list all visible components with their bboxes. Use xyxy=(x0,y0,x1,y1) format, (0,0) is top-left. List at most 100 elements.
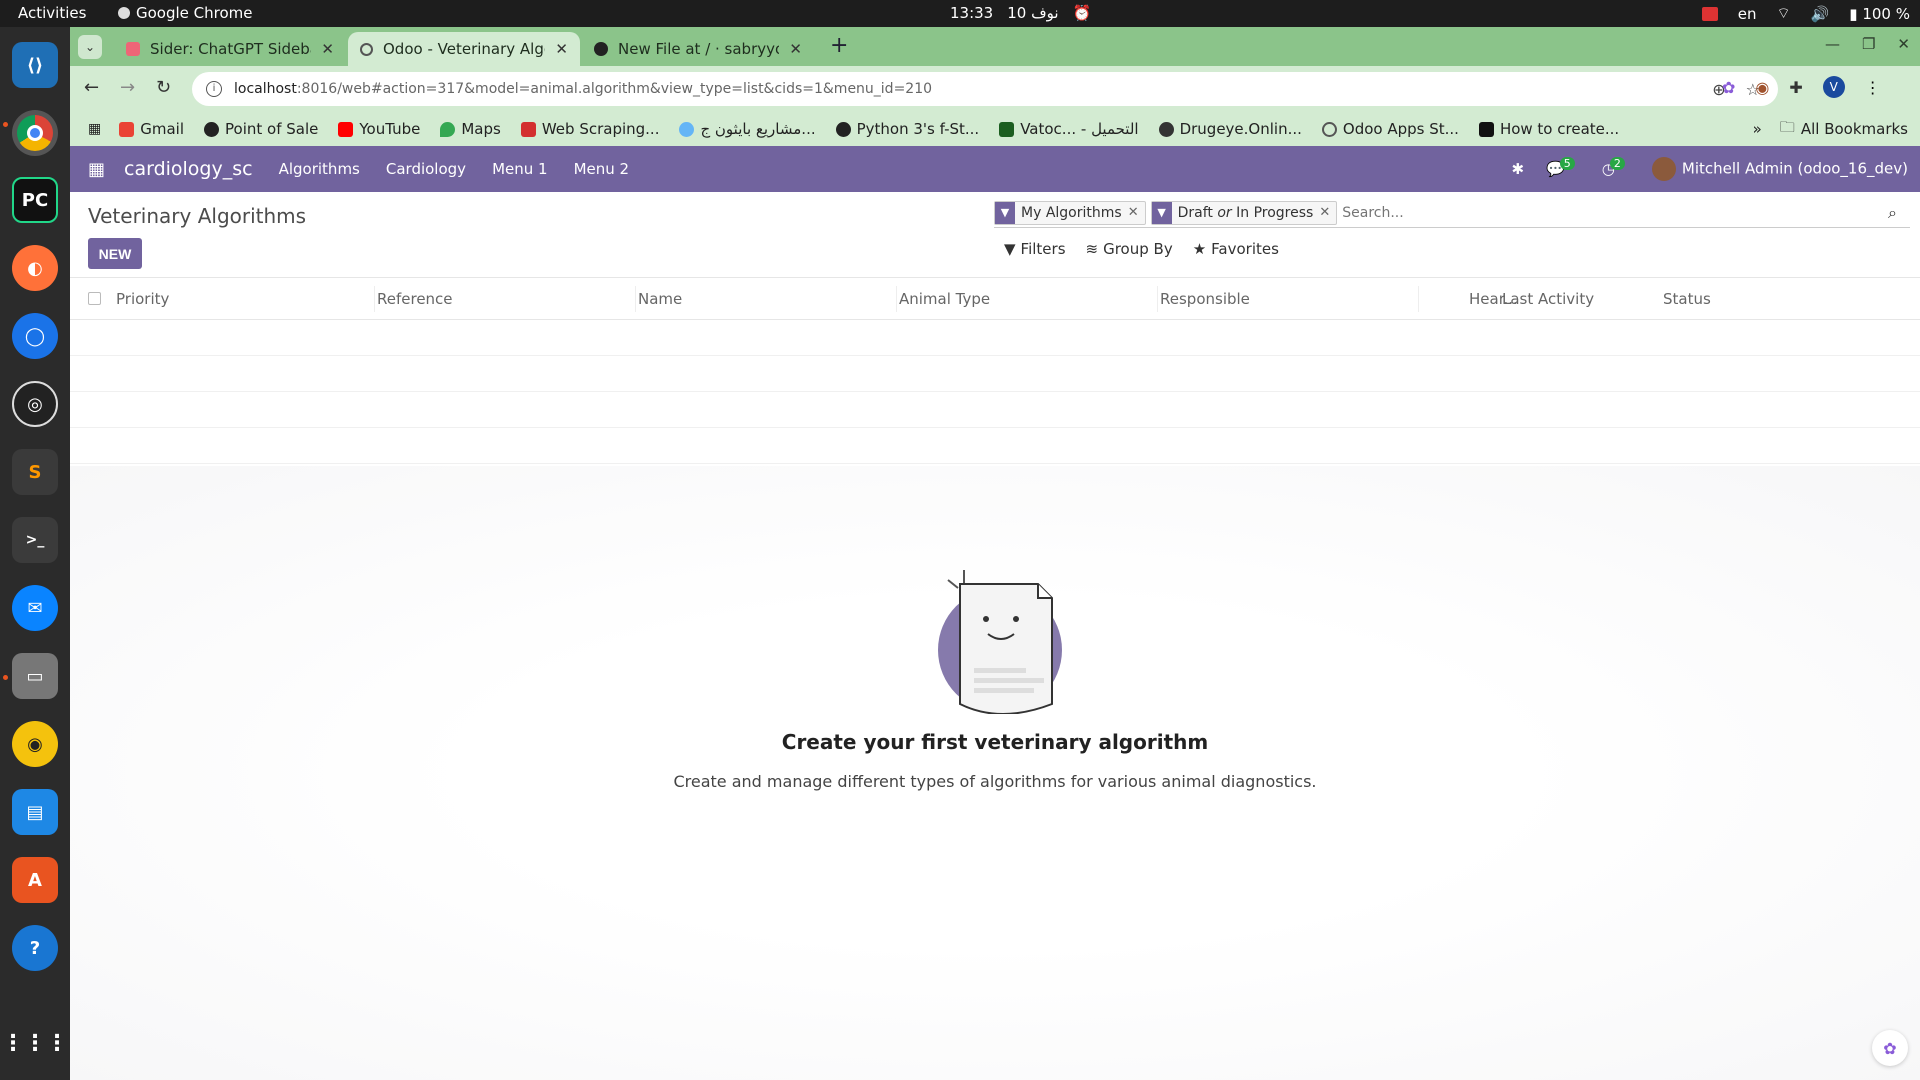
activities-button[interactable]: Activities xyxy=(18,4,86,22)
app-switcher-icon[interactable]: ▦ xyxy=(88,159,110,180)
help-icon[interactable]: ? xyxy=(12,925,58,971)
battery-status: ▮ 100 % xyxy=(1849,5,1910,23)
column-last-activity[interactable]: Last Activity xyxy=(1502,290,1594,308)
column-priority[interactable]: Priority xyxy=(116,290,169,308)
more-bookmarks-icon[interactable]: » xyxy=(1753,120,1762,138)
address-bar[interactable]: i localhost:8016/web#action=317&model=an… xyxy=(192,72,1778,106)
menu-algorithms[interactable]: Algorithms xyxy=(279,160,360,178)
bookmark-item[interactable]: Web Scraping... xyxy=(520,120,659,138)
bookmark-item[interactable]: مشاريع بايثون ج... xyxy=(679,120,816,138)
tab-sider[interactable]: Sider: ChatGPT Sidebar + ✕ xyxy=(114,32,346,66)
app-menu[interactable]: Google Chrome xyxy=(118,4,253,22)
battery-icon: ▮ xyxy=(1849,4,1858,23)
alarm-icon: ⏰ xyxy=(1072,4,1092,22)
rhythmbox-icon[interactable]: ◉ xyxy=(12,721,58,767)
app-brand[interactable]: cardiology_sc xyxy=(124,158,253,180)
tab-odoo[interactable]: Odoo - Veterinary Algorithms ✕ xyxy=(348,32,580,66)
control-panel: Veterinary Algorithms NEW ▼ My Algorithm… xyxy=(70,192,1920,278)
writer-icon[interactable]: ▤ xyxy=(12,789,58,835)
chrome-menu-icon[interactable]: ⋮ xyxy=(1865,78,1881,97)
column-reference[interactable]: Reference xyxy=(377,290,453,308)
search-input[interactable] xyxy=(1342,204,1888,221)
chromium-icon[interactable]: ◯ xyxy=(12,313,58,359)
close-tab-icon[interactable]: ✕ xyxy=(789,40,802,58)
new-button[interactable]: NEW xyxy=(88,238,142,269)
files-icon[interactable]: ▭ xyxy=(12,653,58,699)
clock[interactable]: 13:33 10 نوف ⏰ xyxy=(950,4,1091,22)
maximize-icon[interactable]: ❐ xyxy=(1862,35,1875,53)
column-status[interactable]: Status xyxy=(1663,290,1711,308)
menu-2[interactable]: Menu 2 xyxy=(574,160,630,178)
close-tab-icon[interactable]: ✕ xyxy=(555,40,568,58)
site-info-icon[interactable]: i xyxy=(206,81,222,97)
chrome-icon[interactable] xyxy=(12,110,58,156)
bookmark-item[interactable]: Vatoc... - التحميل xyxy=(999,120,1139,138)
app-name: Google Chrome xyxy=(136,4,253,22)
column-divider xyxy=(896,286,897,312)
system-tray[interactable]: en ⌔ 🔊 ▮ 100 % xyxy=(1701,4,1910,23)
language-indicator[interactable]: en xyxy=(1738,5,1757,23)
messaging-menu[interactable]: 💬5 xyxy=(1546,157,1580,178)
odoo-icon xyxy=(204,121,219,137)
search-icon[interactable]: ⌕ xyxy=(1888,203,1910,223)
extensions-puzzle-icon[interactable]: ✚ xyxy=(1789,78,1802,97)
bookmark-item[interactable]: Drugeye.Onlin... xyxy=(1158,120,1302,138)
forward-icon[interactable]: → xyxy=(120,77,135,98)
bookmark-item[interactable]: Gmail xyxy=(119,120,184,138)
new-tab-button[interactable]: + xyxy=(830,33,848,58)
vscode-icon[interactable]: ⟨⟩ xyxy=(12,42,58,88)
active-indicator xyxy=(3,122,8,127)
bookmark-label: Drugeye.Onlin... xyxy=(1179,120,1302,138)
monkey-extension-icon[interactable]: ◉ xyxy=(1755,78,1769,97)
select-all-checkbox[interactable] xyxy=(88,292,101,305)
minimize-icon[interactable]: — xyxy=(1825,35,1840,53)
bookmark-item[interactable]: Maps xyxy=(440,120,501,138)
sider-extension-icon[interactable]: ✿ xyxy=(1722,78,1735,97)
tab-github[interactable]: New File at / · sabryyousef ✕ xyxy=(582,32,814,66)
bookmark-item[interactable]: YouTube xyxy=(338,120,420,138)
bookmark-item[interactable]: Python 3's f-St... xyxy=(835,120,979,138)
bookmark-item[interactable]: Odoo Apps St... xyxy=(1321,120,1459,138)
software-center-icon[interactable]: A xyxy=(12,857,58,903)
facet-my-algorithms[interactable]: ▼ My Algorithms ✕ xyxy=(994,200,1146,225)
menu-cardiology[interactable]: Cardiology xyxy=(386,160,466,178)
activity-menu[interactable]: ◷2 xyxy=(1602,157,1630,178)
extensions-area: ✿ ◉ ✚ V ⋮ xyxy=(1722,76,1881,98)
bookmark-item[interactable]: How to create... xyxy=(1478,120,1619,138)
close-window-icon[interactable]: ✕ xyxy=(1897,35,1910,53)
empty-row xyxy=(70,428,1920,464)
terminal-icon[interactable]: >_ xyxy=(12,517,58,563)
sider-floating-icon[interactable]: ✿ xyxy=(1872,1030,1908,1066)
column-name[interactable]: Name xyxy=(638,290,682,308)
battery-level: 100 % xyxy=(1862,4,1910,23)
show-apps-icon[interactable]: ⋮⋮⋮ xyxy=(2,1020,68,1066)
url-host: localhost xyxy=(234,81,297,97)
all-bookmarks[interactable]: 🗀 All Bookmarks xyxy=(1780,117,1908,142)
reload-icon[interactable]: ↻ xyxy=(156,77,171,98)
debug-bug-icon[interactable]: ✱ xyxy=(1512,160,1525,178)
profile-avatar[interactable]: V xyxy=(1822,76,1845,98)
column-responsible[interactable]: Responsible xyxy=(1160,290,1250,308)
empty-state-text: Create and manage different types of alg… xyxy=(673,772,1317,791)
apps-grid-icon[interactable]: ▦ xyxy=(88,121,101,137)
back-icon[interactable]: ← xyxy=(84,77,99,98)
column-animal-type[interactable]: Animal Type xyxy=(899,290,990,308)
tab-search-button[interactable]: ⌄ xyxy=(78,35,102,59)
thunderbird-icon[interactable]: ✉ xyxy=(12,585,58,631)
bookmark-item[interactable]: Point of Sale xyxy=(204,120,318,138)
filters-button[interactable]: ▼ Filters xyxy=(1004,240,1066,258)
facet-status[interactable]: ▼ Draft or In Progress ✕ xyxy=(1150,200,1338,225)
remove-facet-icon[interactable]: ✕ xyxy=(1128,205,1145,220)
menu-1[interactable]: Menu 1 xyxy=(492,160,548,178)
pycharm-icon[interactable]: PC xyxy=(12,177,58,223)
close-tab-icon[interactable]: ✕ xyxy=(321,40,334,58)
remove-facet-icon[interactable]: ✕ xyxy=(1319,205,1336,220)
obs-icon[interactable]: ◎ xyxy=(12,381,58,427)
vatoc-icon xyxy=(999,121,1015,137)
firefox-icon[interactable]: ◐ xyxy=(12,245,58,291)
empty-state-helper: Create your first veterinary algorithm C… xyxy=(70,466,1920,1080)
group-by-button[interactable]: ≋ Group By xyxy=(1086,240,1173,258)
user-menu[interactable]: Mitchell Admin (odoo_16_dev) xyxy=(1651,157,1908,181)
sublime-icon[interactable]: S xyxy=(12,449,58,495)
favorites-button[interactable]: ★ Favorites xyxy=(1193,240,1279,258)
